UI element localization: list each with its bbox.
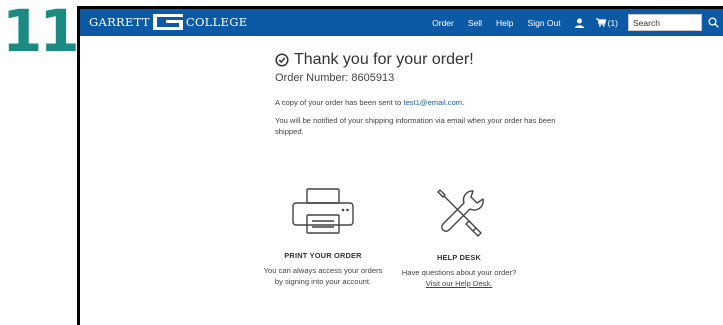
cart-icon: [595, 18, 606, 27]
logo-text-left: GARRETT: [89, 15, 150, 29]
gc-monogram-icon: [152, 14, 183, 30]
email-copy-notice: A copy of your order has been sent to te…: [275, 98, 575, 107]
help-card-line1: Have questions about your order?: [401, 268, 517, 277]
cart-button[interactable]: (1): [595, 17, 618, 28]
nav-order[interactable]: Order: [432, 18, 454, 28]
confirmation-section: Thank you for your order! Order Number: …: [275, 51, 575, 137]
email-link[interactable]: test1@email.com: [403, 98, 462, 107]
search-icon: [707, 17, 719, 28]
help-card-title: HELP DESK: [437, 253, 481, 262]
user-icon[interactable]: [574, 18, 584, 28]
check-circle-icon: [275, 53, 289, 67]
page-title: Thank you for your order!: [275, 51, 575, 69]
print-card-line2: by signing into your account.: [274, 277, 372, 286]
order-number: Order Number: 8605913: [275, 72, 395, 84]
step-number: 11: [2, 0, 80, 65]
cart-count: (1): [607, 17, 618, 28]
help-card-text: Have questions about your order? Visit o…: [389, 267, 529, 289]
help-desk-card: HELP DESK Have questions about your orde…: [389, 187, 529, 289]
nav-sign-out[interactable]: Sign Out: [528, 18, 561, 28]
help-desk-link[interactable]: Visit our Help Desk.: [389, 278, 529, 289]
nav-help[interactable]: Help: [496, 18, 513, 28]
print-card-line1: You can always access your orders: [263, 266, 383, 275]
search-input[interactable]: [628, 14, 702, 31]
nav-sell[interactable]: Sell: [468, 18, 482, 28]
thank-you-heading: Thank you for your order!: [294, 51, 474, 68]
main-nav: Order Sell Help Sign Out (1): [432, 9, 723, 36]
search-button[interactable]: [703, 14, 723, 31]
email-copy-prefix: A copy of your order has been sent to: [275, 98, 404, 107]
top-navigation-bar: GARRETT COLLEGE Order Sell Help Sign Out: [80, 9, 723, 36]
shipping-notice: You will be notified of your shipping in…: [275, 116, 556, 136]
tools-icon[interactable]: [429, 187, 489, 237]
logo-text-right: COLLEGE: [185, 15, 248, 29]
college-logo[interactable]: GARRETT COLLEGE: [89, 12, 247, 32]
print-order-card: PRINT YOUR ORDER You can always access y…: [253, 187, 393, 287]
email-copy-suffix: .: [462, 98, 465, 107]
printer-icon[interactable]: [289, 187, 357, 235]
print-card-text: You can always access your orders by sig…: [253, 265, 393, 287]
browser-frame: GARRETT COLLEGE Order Sell Help Sign Out: [77, 6, 723, 325]
print-card-title: PRINT YOUR ORDER: [284, 251, 362, 260]
